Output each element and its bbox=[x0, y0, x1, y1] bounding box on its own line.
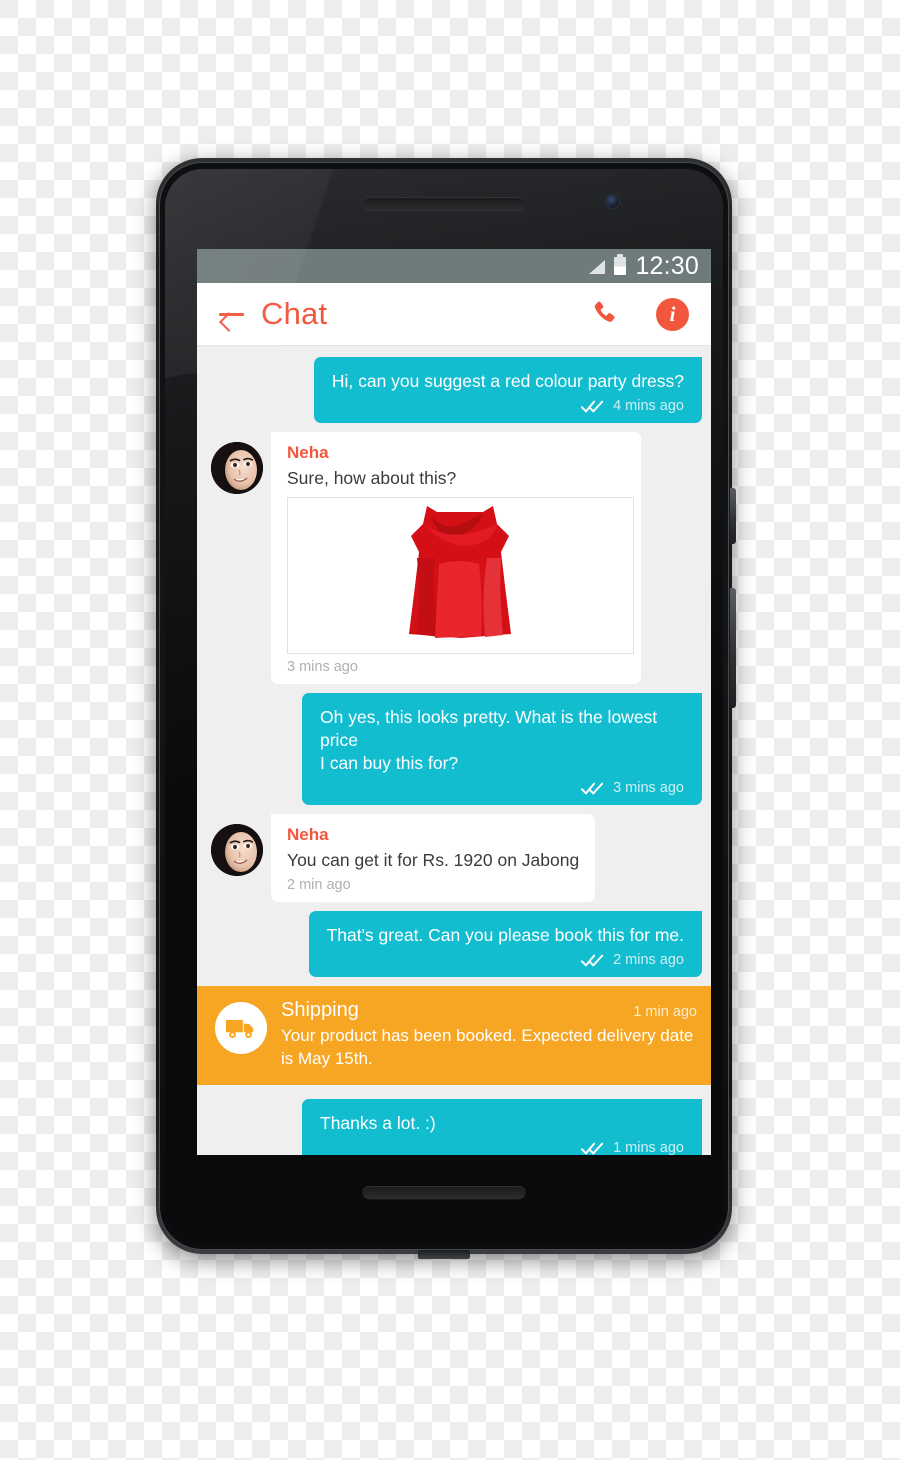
double-check-icon bbox=[581, 954, 604, 966]
phone-screen: 12:30 Chat i Hi, can you suggest a red c… bbox=[197, 249, 711, 1155]
earpiece-speaker-icon bbox=[362, 197, 526, 210]
sender-name: Neha bbox=[287, 825, 329, 844]
message-meta: 4 mins ago bbox=[332, 398, 684, 414]
double-check-icon bbox=[581, 782, 604, 794]
message-row: Neha Sure, how about this? 3 mins ago bbox=[197, 432, 711, 684]
message-meta: 1 mins ago bbox=[320, 1140, 684, 1155]
message-timestamp: 3 mins ago bbox=[287, 659, 358, 675]
battery-icon bbox=[614, 254, 627, 275]
message-row: Thanks a lot. :) 1 mins ago bbox=[197, 1099, 711, 1155]
avatar[interactable] bbox=[211, 442, 263, 494]
message-row: That's great. Can you please book this f… bbox=[197, 911, 711, 977]
outgoing-message-bubble[interactable]: That's great. Can you please book this f… bbox=[308, 911, 702, 977]
message-text: Hi, can you suggest a red colour party d… bbox=[331, 371, 684, 391]
shipping-banner-header: Shipping 1 min ago bbox=[281, 999, 697, 1022]
incoming-message-bubble[interactable]: Neha You can get it for Rs. 1920 on Jabo… bbox=[271, 814, 596, 902]
chat-message-list[interactable]: Hi, can you suggest a red colour party d… bbox=[197, 346, 711, 1155]
message-row: Oh yes, this looks pretty. What is the l… bbox=[197, 693, 711, 805]
message-timestamp: 4 mins ago bbox=[613, 398, 684, 414]
info-glyph: i bbox=[669, 301, 676, 326]
charging-port bbox=[418, 1250, 470, 1259]
sender-name: Neha bbox=[287, 443, 329, 462]
message-text: Oh yes, this looks pretty. What is the l… bbox=[320, 707, 658, 773]
shipping-text: Your product has been booked. Expected d… bbox=[281, 1026, 694, 1068]
signal-bars-icon bbox=[588, 259, 606, 274]
double-check-icon bbox=[581, 1142, 604, 1154]
message-text: That's great. Can you please book this f… bbox=[326, 925, 684, 945]
message-meta: 2 mins ago bbox=[327, 952, 684, 968]
phone-call-icon[interactable] bbox=[590, 299, 620, 329]
status-bar: 12:30 bbox=[197, 249, 711, 283]
outgoing-message-bubble[interactable]: Oh yes, this looks pretty. What is the l… bbox=[302, 693, 702, 805]
message-timestamp: 1 mins ago bbox=[613, 1140, 684, 1155]
red-party-dress-photo[interactable] bbox=[287, 497, 634, 654]
shipping-banner-body: Shipping 1 min ago Your product has been… bbox=[281, 999, 697, 1070]
message-meta: 3 mins ago bbox=[320, 780, 684, 796]
delivery-truck-icon bbox=[215, 1002, 267, 1054]
app-bar: Chat i bbox=[197, 283, 711, 346]
page-title: Chat bbox=[261, 296, 328, 331]
shipping-timestamp: 1 min ago bbox=[633, 1004, 697, 1020]
message-row: Neha You can get it for Rs. 1920 on Jabo… bbox=[197, 814, 711, 902]
message-text: Thanks a lot. :) bbox=[320, 1113, 436, 1133]
shipping-title: Shipping bbox=[281, 999, 359, 1021]
outgoing-message-bubble[interactable]: Thanks a lot. :) 1 mins ago bbox=[302, 1099, 702, 1155]
message-text: Sure, how about this? bbox=[287, 468, 457, 488]
back-arrow-icon[interactable] bbox=[217, 299, 247, 329]
message-row: Hi, can you suggest a red colour party d… bbox=[197, 357, 711, 423]
message-text: You can get it for Rs. 1920 on Jabong bbox=[287, 850, 580, 870]
shipping-notification-banner[interactable]: Shipping 1 min ago Your product has been… bbox=[197, 986, 711, 1085]
outgoing-message-bubble[interactable]: Hi, can you suggest a red colour party d… bbox=[313, 357, 702, 423]
smartphone-device: 12:30 Chat i Hi, can you suggest a red c… bbox=[156, 158, 736, 1259]
message-timestamp: 3 mins ago bbox=[613, 780, 684, 796]
bottom-speaker-icon bbox=[362, 1186, 526, 1199]
front-camera-icon bbox=[606, 195, 619, 208]
message-timestamp: 2 min ago bbox=[287, 877, 351, 893]
status-bar-clock: 12:30 bbox=[635, 251, 699, 280]
volume-button[interactable] bbox=[730, 588, 736, 708]
avatar[interactable] bbox=[211, 824, 263, 876]
double-check-icon bbox=[581, 400, 604, 412]
power-button[interactable] bbox=[730, 488, 736, 544]
device-glass: 12:30 Chat i Hi, can you suggest a red c… bbox=[165, 169, 723, 1243]
info-icon[interactable]: i bbox=[656, 297, 689, 331]
message-timestamp: 2 mins ago bbox=[613, 952, 684, 968]
incoming-message-bubble[interactable]: Neha Sure, how about this? 3 mins ago bbox=[271, 432, 641, 684]
